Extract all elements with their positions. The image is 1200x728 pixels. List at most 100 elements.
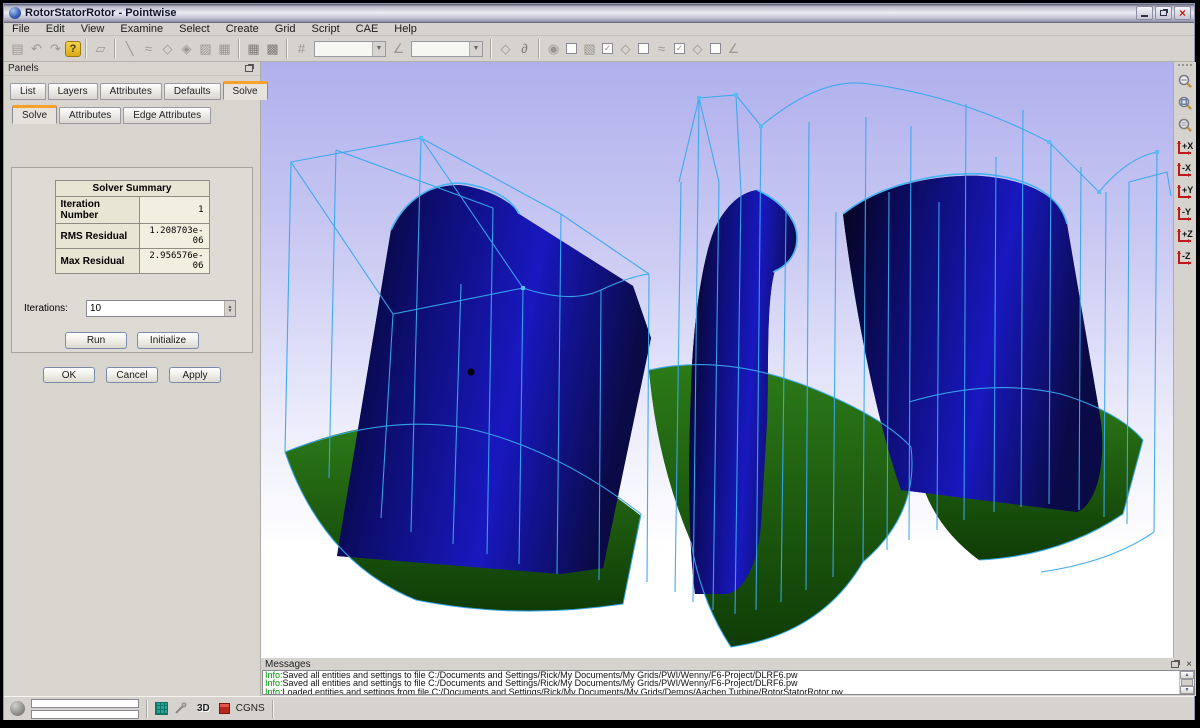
save-icon[interactable]: ▤ <box>8 39 27 58</box>
restore-icon <box>1160 10 1167 16</box>
menu-help[interactable]: Help <box>386 23 425 36</box>
partial-derivative-icon[interactable]: ∂ <box>515 39 534 58</box>
messages-title: Messages <box>265 659 1171 670</box>
iterations-spinner[interactable]: 10 ▲▼ <box>86 300 236 317</box>
menu-script[interactable]: Script <box>304 23 348 36</box>
title-bar[interactable]: RotorStatorRotor - Pointwise × <box>4 4 1194 23</box>
menu-edit[interactable]: Edit <box>38 23 73 36</box>
coordinate-fields <box>31 699 139 719</box>
apply-button[interactable]: Apply <box>169 367 221 383</box>
mask-icon[interactable]: ◉ <box>544 39 563 58</box>
message-text: Loaded entities and settings from file C… <box>283 687 843 695</box>
angle-icon[interactable]: ∠ <box>389 39 408 58</box>
dimension-combo[interactable]: ▼ <box>314 41 386 57</box>
structured-grid-icon[interactable]: ▦ <box>244 39 263 58</box>
subtab-attributes[interactable]: Attributes <box>59 107 121 124</box>
messages-list[interactable]: Info:Saved all entities and settings to … <box>262 670 1195 695</box>
main-toolbar: ▤ ↶ ↷ ? ▱ ╲ ≈ ◇ ◈ ▨ ▦ ▦ ▩ # ▼ ∠ ▼ ◇ ∂ ◉ … <box>4 36 1194 62</box>
show-blocks-checkbox[interactable]: ✓ <box>602 43 613 54</box>
run-button[interactable]: Run <box>65 332 127 349</box>
rms-residual-value: 1.208703e-06 <box>139 224 209 249</box>
cube-icon[interactable]: ▧ <box>580 39 599 58</box>
menu-view[interactable]: View <box>73 23 113 36</box>
control-point[interactable] <box>468 369 475 376</box>
minimize-icon <box>1141 15 1148 17</box>
spacing-icon[interactable]: ◇ <box>688 39 707 58</box>
tab-solve[interactable]: Solve <box>223 81 268 100</box>
tab-layers[interactable]: Layers <box>48 83 98 100</box>
view-plus-y-button[interactable]: +Y <box>1175 182 1195 202</box>
unstructured-grid-icon[interactable]: ▩ <box>263 39 282 58</box>
menu-cae[interactable]: CAE <box>348 23 387 36</box>
panels-panel: Panels List Layers Attributes Defaults S… <box>4 62 261 696</box>
connector-toggle-icon[interactable]: ≈ <box>652 39 671 58</box>
table-row: Max Residual 2.956576e-06 <box>55 249 209 274</box>
tab-defaults[interactable]: Defaults <box>164 83 221 100</box>
zoom-box-button[interactable] <box>1175 94 1195 114</box>
show-databases-checkbox[interactable] <box>566 43 577 54</box>
block-icon[interactable]: ▦ <box>215 39 234 58</box>
extrude-icon[interactable]: ▨ <box>196 39 215 58</box>
table-row: Iteration Number 1 <box>55 197 209 224</box>
tab-list[interactable]: List <box>10 83 46 100</box>
messages-scrollbar[interactable]: ▲ ▼ <box>1179 671 1194 694</box>
show-connectors-checkbox[interactable]: ✓ <box>674 43 685 54</box>
angle-toggle-icon[interactable]: ∠ <box>724 39 743 58</box>
menu-examine[interactable]: Examine <box>112 23 171 36</box>
view-minus-z-button[interactable]: -Z <box>1175 248 1195 268</box>
help-icon[interactable]: ? <box>65 41 81 57</box>
restore-button[interactable] <box>1155 6 1172 20</box>
spinner-arrows-icon[interactable]: ▲▼ <box>224 301 235 316</box>
menu-grid[interactable]: Grid <box>267 23 304 36</box>
ok-button[interactable]: OK <box>43 367 95 383</box>
float-messages-icon[interactable] <box>1171 661 1179 668</box>
scroll-up-icon[interactable]: ▲ <box>1180 671 1194 679</box>
3d-viewport[interactable] <box>261 62 1173 658</box>
scroll-down-icon[interactable]: ▼ <box>1180 686 1194 694</box>
zoom-out-button[interactable] <box>1175 72 1195 92</box>
curve-icon[interactable]: ≈ <box>139 39 158 58</box>
tab-attributes[interactable]: Attributes <box>100 83 162 100</box>
view-plus-x-button[interactable]: +X <box>1175 138 1195 158</box>
menu-select[interactable]: Select <box>171 23 218 36</box>
view-minus-x-button[interactable]: -X <box>1175 160 1195 180</box>
show-spacings-checkbox[interactable] <box>710 43 721 54</box>
diamond-icon[interactable]: ◇ <box>496 39 515 58</box>
cancel-button[interactable]: Cancel <box>106 367 158 383</box>
menu-create[interactable]: Create <box>218 23 267 36</box>
messages-header[interactable]: Messages × <box>261 658 1196 670</box>
minimize-button[interactable] <box>1136 6 1153 20</box>
svg-text:+Z: +Z <box>1182 229 1193 239</box>
panels-header[interactable]: Panels <box>4 62 260 76</box>
dimension-count-icon[interactable]: # <box>292 39 311 58</box>
domain-mesh-icon[interactable]: ◈ <box>177 39 196 58</box>
menu-file[interactable]: File <box>4 23 38 36</box>
iterations-value[interactable]: 10 <box>87 301 224 316</box>
scroll-thumb[interactable] <box>1181 679 1193 686</box>
subtab-edge-attributes[interactable]: Edge Attributes <box>123 107 211 124</box>
show-domains-checkbox[interactable] <box>638 43 649 54</box>
coordinate-field-top[interactable] <box>31 699 139 708</box>
float-panel-icon[interactable] <box>245 65 253 72</box>
zoom-out-icon <box>1177 74 1193 90</box>
chevron-down-icon[interactable]: ▼ <box>372 42 385 56</box>
domain-icon[interactable]: ◇ <box>158 39 177 58</box>
view-minus-y-button[interactable]: -Y <box>1175 204 1195 224</box>
layers-icon[interactable]: ▱ <box>91 39 110 58</box>
close-messages-icon[interactable]: × <box>1186 660 1192 669</box>
zoom-fit-button[interactable] <box>1175 116 1195 136</box>
connector-icon[interactable]: ╲ <box>120 39 139 58</box>
domain-toggle-icon[interactable]: ◇ <box>616 39 635 58</box>
angle-combo[interactable]: ▼ <box>411 41 483 57</box>
view-plus-z-button[interactable]: +Z <box>1175 226 1195 246</box>
toolbar-grip[interactable] <box>1178 64 1192 67</box>
chevron-down-icon[interactable]: ▼ <box>469 42 482 56</box>
close-button[interactable]: × <box>1174 6 1191 20</box>
undo-icon[interactable]: ↶ <box>27 39 46 58</box>
coordinate-field-bottom[interactable] <box>31 710 139 719</box>
subtab-solve[interactable]: Solve <box>12 105 57 124</box>
redo-icon[interactable]: ↷ <box>46 39 65 58</box>
status-separator <box>272 700 274 718</box>
list-item: Info:Loaded entities and settings from f… <box>265 688 1178 695</box>
initialize-button[interactable]: Initialize <box>137 332 199 349</box>
